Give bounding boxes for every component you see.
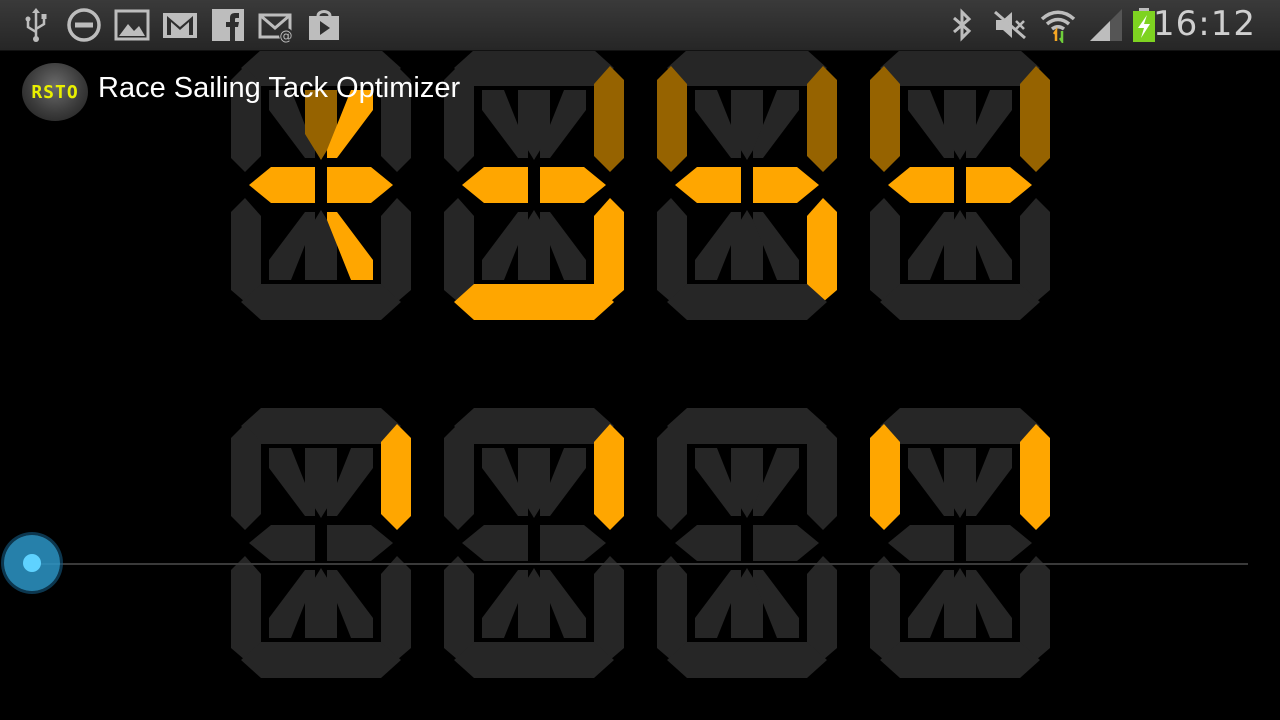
segment-d — [880, 284, 1040, 320]
segment-e — [231, 556, 261, 660]
segment-b — [594, 66, 624, 172]
segment-b — [381, 424, 411, 530]
segment-f — [657, 424, 687, 530]
segment-b — [807, 66, 837, 172]
segment-g2 — [753, 167, 819, 203]
segment-a — [667, 50, 827, 86]
svg-text:@: @ — [280, 29, 293, 43]
segment-e — [870, 198, 900, 302]
segment-d — [241, 642, 401, 678]
digit-row2-1 — [231, 408, 411, 678]
segment-g2 — [327, 525, 393, 561]
segment-c — [381, 556, 411, 660]
segment-d — [667, 642, 827, 678]
segment-f — [657, 66, 687, 172]
segment-d — [454, 284, 614, 320]
status-bar: @ 16:12 — [0, 0, 1280, 51]
segment-g2 — [540, 167, 606, 203]
segment-g1 — [888, 167, 954, 203]
digit-row1-3 — [657, 50, 837, 320]
segment-a — [880, 50, 1040, 86]
segment-e — [444, 556, 474, 660]
digit-row2-2 — [444, 408, 624, 678]
segment-e — [657, 198, 687, 302]
segment-e — [657, 556, 687, 660]
seekbar-track[interactable] — [32, 563, 1248, 565]
segment-d — [241, 284, 401, 320]
segment-g2 — [327, 167, 393, 203]
do-not-disturb-icon — [66, 7, 102, 43]
segment-g1 — [249, 525, 315, 561]
segment-g1 — [675, 525, 741, 561]
facebook-icon — [210, 7, 246, 43]
segment-a — [454, 50, 614, 86]
segment-g1 — [462, 167, 528, 203]
segment-g2 — [966, 525, 1032, 561]
gallery-icon — [114, 7, 150, 43]
play-store-icon — [306, 7, 342, 43]
segment-f — [231, 424, 261, 530]
segment-d — [667, 284, 827, 320]
segment-f — [870, 66, 900, 172]
segment-g1 — [888, 525, 954, 561]
segment-b — [594, 424, 624, 530]
segment-c — [807, 198, 837, 302]
segment-g2 — [966, 167, 1032, 203]
segment-f — [870, 424, 900, 530]
segment-c — [594, 556, 624, 660]
digit-row1-4 — [870, 50, 1050, 320]
segment-display — [0, 0, 1280, 720]
segment-b — [1020, 66, 1050, 172]
segment-g2 — [540, 525, 606, 561]
app-title: Race Sailing Tack Optimizer — [98, 72, 461, 104]
segment-e — [870, 556, 900, 660]
signal-icon — [1088, 7, 1124, 43]
segment-c — [1020, 556, 1050, 660]
segment-e — [231, 198, 261, 302]
segment-g2 — [753, 525, 819, 561]
segment-g1 — [462, 525, 528, 561]
segment-a — [241, 408, 401, 444]
segment-c — [807, 556, 837, 660]
segment-d — [454, 642, 614, 678]
segment-a — [880, 408, 1040, 444]
app-logo[interactable]: RSTO — [22, 63, 88, 121]
seekbar-thumb[interactable] — [4, 535, 60, 591]
mute-icon — [992, 7, 1028, 43]
segment-f — [444, 424, 474, 530]
bluetooth-icon — [944, 7, 980, 43]
segment-b — [807, 424, 837, 530]
digit-row2-3 — [657, 408, 837, 678]
digit-row2-4 — [870, 408, 1050, 678]
app-logo-text: RSTO — [31, 81, 79, 103]
segment-e — [444, 198, 474, 302]
segment-b — [1020, 424, 1050, 530]
segment-d — [880, 642, 1040, 678]
wifi-icon — [1040, 7, 1076, 43]
segment-c — [594, 198, 624, 302]
clock: 16:12 — [1153, 4, 1256, 44]
segment-c — [381, 198, 411, 302]
digit-row1-2 — [444, 50, 624, 320]
email-icon: @ — [258, 7, 294, 43]
segment-g1 — [249, 167, 315, 203]
segment-g1 — [675, 167, 741, 203]
gmail-icon — [162, 7, 198, 43]
segment-c — [1020, 198, 1050, 302]
usb-icon — [18, 7, 54, 43]
segment-a — [454, 408, 614, 444]
segment-a — [667, 408, 827, 444]
